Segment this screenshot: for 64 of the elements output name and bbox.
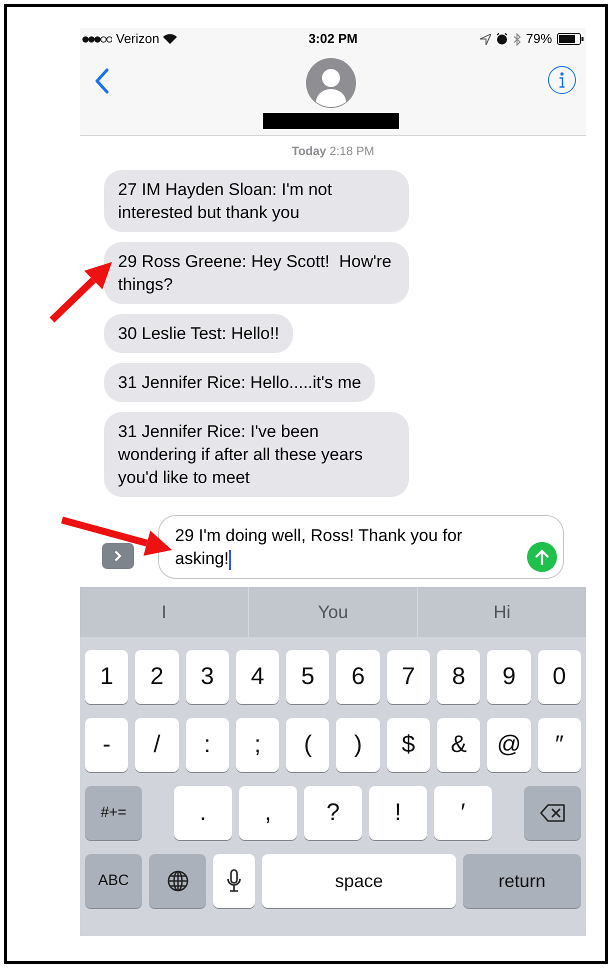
globe-icon: [166, 870, 188, 892]
keyboard-key[interactable]: 7: [386, 650, 430, 704]
keyboard-key[interactable]: -: [85, 718, 128, 772]
return-key[interactable]: return: [463, 854, 581, 908]
message-bubble: 27 IM Hayden Sloan: I'm not interested but thank you: [104, 170, 409, 232]
signal-icon: [82, 36, 112, 42]
avatar-silhouette: [306, 58, 356, 108]
suggestion[interactable]: I: [80, 587, 248, 637]
arrow-up-icon: [535, 549, 549, 565]
battery-percentage: 79%: [526, 30, 552, 48]
location-arrow-icon: [480, 34, 491, 44]
alarm-icon: [496, 33, 508, 45]
space-key[interactable]: space: [262, 854, 456, 908]
keyboard-key[interactable]: 5: [286, 650, 330, 704]
symbols-key[interactable]: ABC: [85, 854, 142, 908]
keyboard-key[interactable]: .: [174, 786, 232, 840]
message-bubble: 29 Ross Greene: Hey Scott! How're things?: [104, 242, 409, 304]
wifi-icon: [163, 34, 178, 44]
keyboard-key[interactable]: 4: [236, 650, 280, 704]
symbols-key[interactable]: #+=: [85, 786, 142, 840]
keyboard-key[interactable]: 6: [336, 650, 380, 704]
globe-key[interactable]: [149, 854, 206, 908]
keyboard-key[interactable]: :: [186, 718, 229, 772]
backspace-key[interactable]: [524, 786, 581, 840]
microphone-key[interactable]: [213, 854, 255, 908]
suggestion[interactable]: You: [248, 587, 417, 637]
keyboard-key[interactable]: 0: [538, 650, 581, 704]
message-bubble: 31 Jennifer Rice: I've been wondering if after all these years you'd like to meet: [104, 412, 409, 497]
keyboard-key[interactable]: $: [386, 718, 430, 772]
chevron-right-icon: [114, 550, 122, 562]
keyboard-key[interactable]: 9: [487, 650, 531, 704]
keyboard-key[interactable]: @: [487, 718, 531, 772]
message-bubble: 30 Leslie Test: Hello!!: [104, 314, 294, 353]
keyboard-key[interactable]: 8: [437, 650, 480, 704]
microphone-icon: [227, 869, 241, 893]
keyboard-key[interactable]: (: [286, 718, 330, 772]
keyboard-key[interactable]: ,: [239, 786, 297, 840]
info-icon: [559, 72, 565, 88]
message-timestamp: Today 2:18 PM: [290, 143, 376, 160]
keyboard-key[interactable]: 1: [85, 650, 128, 704]
keyboard-key[interactable]: &: [437, 718, 480, 772]
suggestion[interactable]: Hi: [417, 587, 586, 637]
keyboard-key[interactable]: 3: [186, 650, 229, 704]
clock-time: 3:02 PM: [308, 30, 358, 48]
keyboard-key[interactable]: /: [135, 718, 179, 772]
keyboard-key[interactable]: ;: [236, 718, 280, 772]
text-cursor: [228, 550, 231, 570]
backspace-icon: [540, 804, 566, 822]
message-field[interactable]: 29 I'm doing well, Ross! Thank you for asking!: [158, 515, 564, 579]
message-bubble: 31 Jennifer Rice: Hello.....it's me: [104, 363, 376, 402]
keyboard-key[interactable]: ?: [304, 786, 362, 840]
back-icon: [95, 68, 109, 94]
info-button[interactable]: [548, 66, 576, 94]
carrier-name: Verizon: [116, 30, 160, 48]
keyboard-key[interactable]: !: [369, 786, 427, 840]
send-button[interactable]: [527, 542, 557, 572]
annotation-arrow: [50, 262, 112, 323]
keyboard-key[interactable]: ′: [434, 786, 492, 840]
bluetooth-icon: [512, 32, 521, 46]
keyboard-key[interactable]: ): [336, 718, 380, 772]
keyboard-key[interactable]: 2: [135, 650, 179, 704]
keyboard-key[interactable]: ″: [538, 718, 581, 772]
expand-button[interactable]: [102, 543, 134, 569]
battery-icon: [557, 33, 584, 45]
